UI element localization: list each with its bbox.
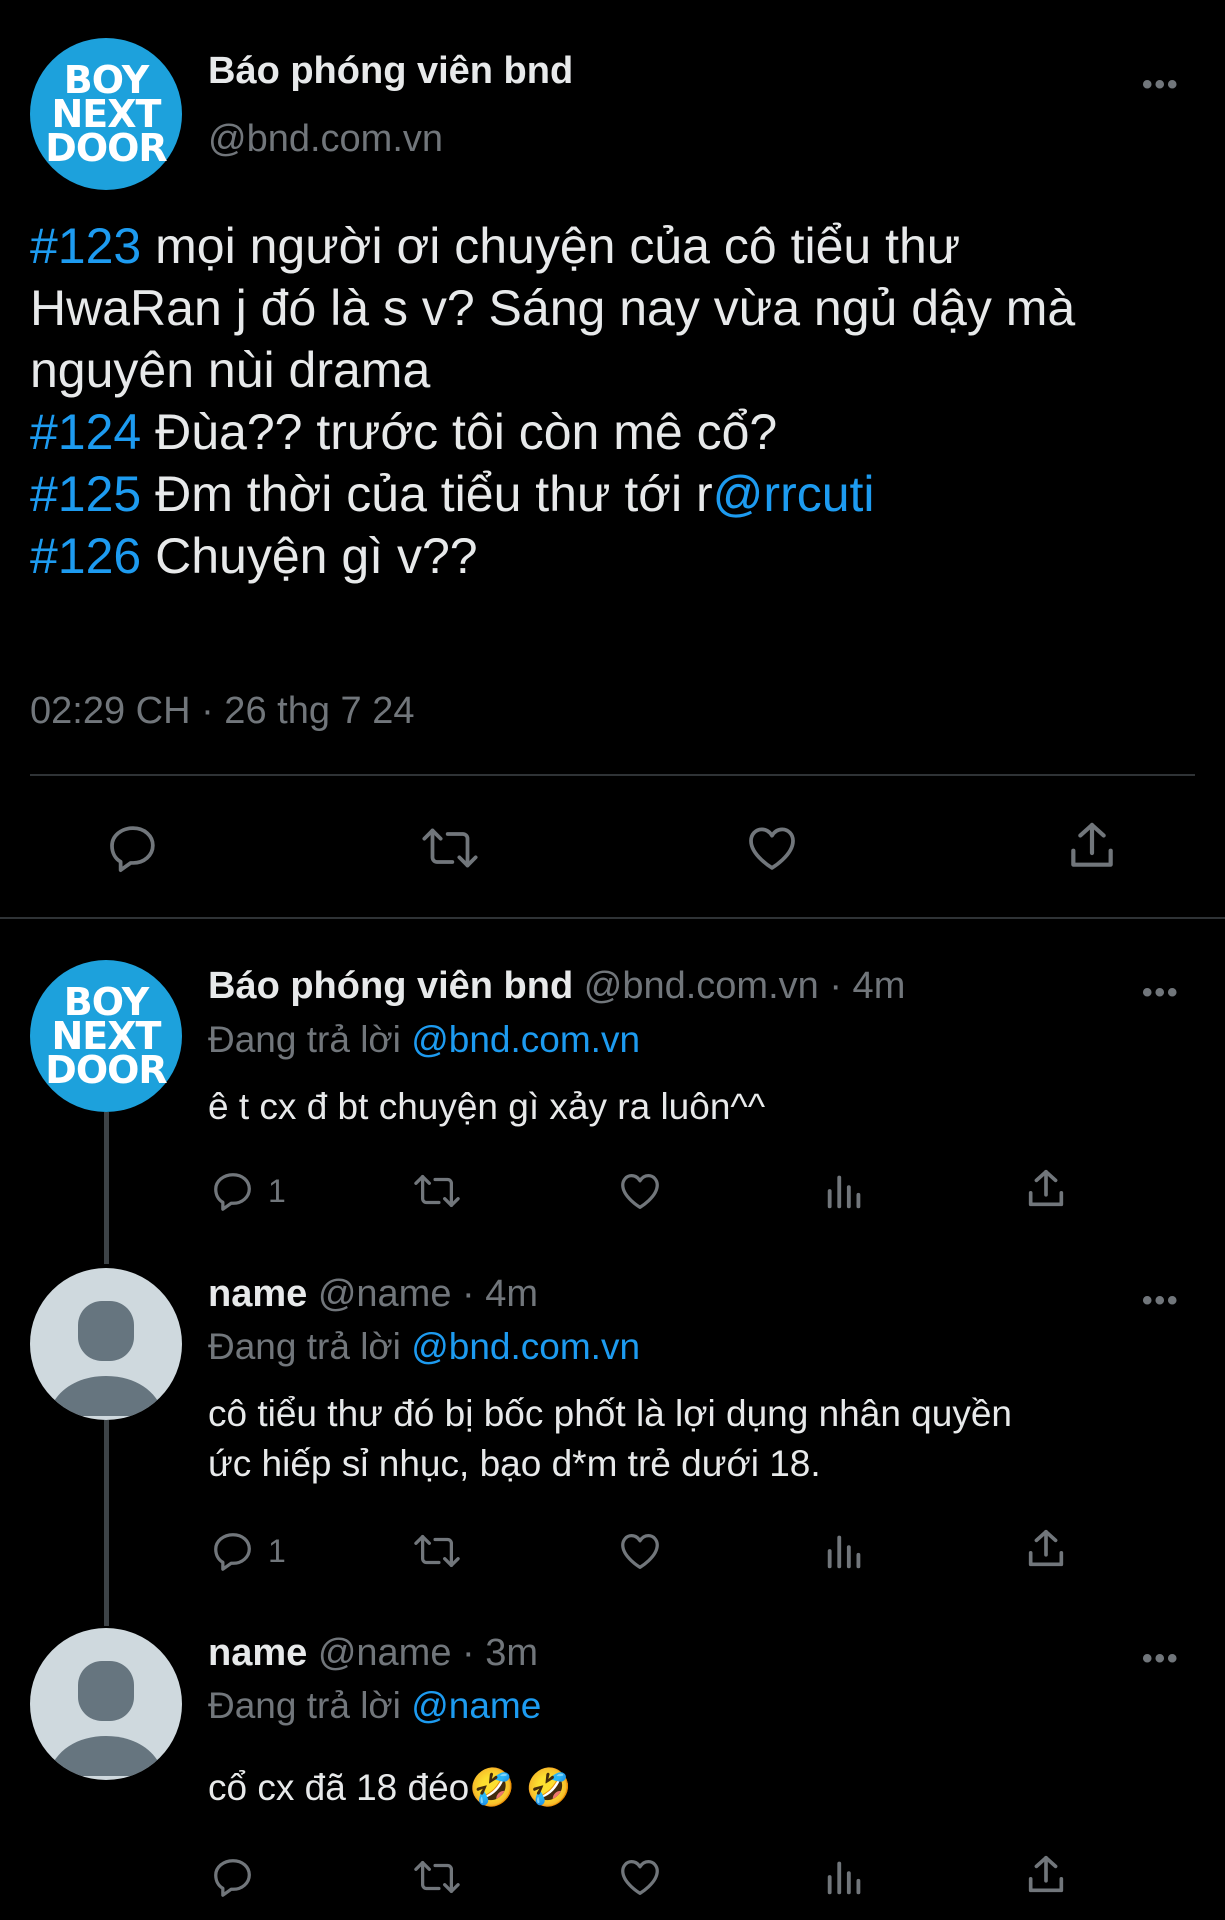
tweet-timestamp[interactable]: 02:29 CH · 26 thg 7 24 xyxy=(30,690,414,733)
reply-text: cô tiểu thư đó bị bốc phốt là lợi dụng n… xyxy=(208,1393,1012,1484)
replying-to: Đang trả lời @name xyxy=(208,1685,542,1726)
tweet-line: #124 Đùa?? trước tôi còn mê cổ? xyxy=(30,404,778,460)
reply-icon xyxy=(214,1173,251,1211)
thread-connector xyxy=(104,1420,109,1626)
views-button[interactable] xyxy=(822,1168,868,1214)
hashtag-link[interactable]: #126 xyxy=(30,528,141,584)
reply-handle[interactable]: @name xyxy=(318,1632,452,1674)
heart-icon xyxy=(621,1860,659,1895)
analytics-icon xyxy=(827,1175,861,1209)
share-button[interactable] xyxy=(1023,1166,1069,1212)
reply-icon xyxy=(214,1533,251,1571)
boy-next-door-logo: BOY NEXT DOOR xyxy=(45,979,167,1093)
mention-link[interactable]: @bnd.com.vn xyxy=(411,1326,640,1367)
reply-handle[interactable]: @bnd.com.vn xyxy=(584,965,819,1007)
retweet-button[interactable] xyxy=(410,1528,464,1574)
more-options-button[interactable]: ••• xyxy=(1142,976,1180,1010)
hashtag-link[interactable]: #123 xyxy=(30,218,141,274)
reply-display-name[interactable]: name xyxy=(208,1273,307,1315)
views-button[interactable] xyxy=(822,1854,868,1900)
retweet-icon xyxy=(422,828,478,868)
tweet-line: HwaRan j đó là s v? Sáng nay vừa ngủ dậy… xyxy=(30,280,1076,336)
tweet-line: #123 mọi người ơi chuyện của cô tiểu thư xyxy=(30,218,961,274)
reply-time[interactable]: · 3m xyxy=(462,1632,538,1674)
like-button[interactable] xyxy=(617,1854,663,1900)
reply-icon xyxy=(110,826,155,873)
share-button[interactable] xyxy=(1064,818,1120,874)
retweet-button[interactable] xyxy=(410,1854,464,1900)
heart-icon xyxy=(749,827,795,870)
reply-header: name @name · 3m xyxy=(208,1632,538,1675)
more-options-button[interactable]: ••• xyxy=(1142,68,1180,102)
share-button[interactable] xyxy=(1023,1852,1069,1898)
reply-button[interactable] xyxy=(210,1854,268,1900)
analytics-icon xyxy=(827,1861,861,1895)
heart-icon xyxy=(621,1534,659,1569)
reply-count: 1 xyxy=(268,1172,286,1209)
tweet-line: #126 Chuyện gì v?? xyxy=(30,528,478,584)
tweet-line: nguyên nùi drama xyxy=(30,342,431,398)
like-button[interactable] xyxy=(617,1528,663,1574)
analytics-icon xyxy=(827,1535,861,1569)
default-avatar[interactable] xyxy=(30,1628,182,1780)
author-handle[interactable]: @bnd.com.vn xyxy=(208,118,443,161)
mention-link[interactable]: @name xyxy=(411,1685,541,1726)
retweet-button[interactable] xyxy=(410,1168,464,1214)
default-profile-icon xyxy=(48,1661,164,1776)
more-options-button[interactable]: ••• xyxy=(1142,1284,1180,1318)
reply-display-name[interactable]: Báo phóng viên bnd xyxy=(208,965,573,1007)
like-button[interactable] xyxy=(617,1168,663,1214)
share-icon xyxy=(1028,1169,1064,1207)
share-icon xyxy=(1028,1529,1064,1567)
views-button[interactable] xyxy=(822,1528,868,1574)
reply-text: ê t cx đ bt chuyện gì xảy ra luôn^^ xyxy=(208,1086,766,1127)
mention-link[interactable]: @rrcuti xyxy=(713,466,875,522)
reply-icon xyxy=(214,1859,251,1897)
thread-connector xyxy=(104,1112,109,1264)
reply-button[interactable]: 1 xyxy=(210,1168,286,1214)
reply-display-name[interactable]: name xyxy=(208,1632,307,1674)
share-button[interactable] xyxy=(1023,1526,1069,1572)
reply-time[interactable]: · 4m xyxy=(462,1273,538,1315)
divider xyxy=(30,774,1195,776)
boy-next-door-logo: BOY NEXT DOOR xyxy=(45,57,167,171)
retweet-icon xyxy=(414,1534,460,1568)
reply-button[interactable]: 1 xyxy=(210,1528,286,1574)
retweet-button[interactable] xyxy=(418,820,482,876)
reply-time[interactable]: · 4m xyxy=(829,965,905,1007)
retweet-icon xyxy=(414,1174,460,1208)
reply-text: cổ cx đã 18 đéo🤣 🤣 xyxy=(208,1767,572,1808)
share-icon xyxy=(1071,822,1113,867)
replying-to: Đang trả lời @bnd.com.vn xyxy=(208,1326,641,1367)
author-display-name[interactable]: Báo phóng viên bnd xyxy=(208,50,573,93)
heart-icon xyxy=(621,1174,659,1209)
reply-count: 1 xyxy=(268,1532,286,1569)
divider xyxy=(0,917,1225,919)
reply-handle[interactable]: @name xyxy=(318,1273,452,1315)
share-icon xyxy=(1028,1855,1064,1893)
reply-header: name @name · 4m xyxy=(208,1273,538,1316)
tweet-text: #123 mọi người ơi chuyện của cô tiểu thư… xyxy=(30,215,1190,587)
mention-link[interactable]: @bnd.com.vn xyxy=(411,1019,640,1060)
replying-to: Đang trả lời @bnd.com.vn xyxy=(208,1019,641,1060)
reply-button[interactable] xyxy=(105,820,161,876)
default-profile-icon xyxy=(48,1301,164,1416)
default-avatar[interactable] xyxy=(30,1268,182,1420)
hashtag-link[interactable]: #125 xyxy=(30,466,141,522)
reply-header: Báo phóng viên bnd @bnd.com.vn · 4m xyxy=(208,965,905,1008)
reply-avatar[interactable]: BOY NEXT DOOR xyxy=(30,960,182,1112)
hashtag-link[interactable]: #124 xyxy=(30,404,141,460)
retweet-icon xyxy=(414,1860,460,1894)
tweet-line: #125 Đm thời của tiểu thư tới r@rrcuti xyxy=(30,466,875,522)
like-button[interactable] xyxy=(744,820,800,876)
more-options-button[interactable]: ••• xyxy=(1142,1642,1180,1676)
author-avatar[interactable]: BOY NEXT DOOR xyxy=(30,38,182,190)
